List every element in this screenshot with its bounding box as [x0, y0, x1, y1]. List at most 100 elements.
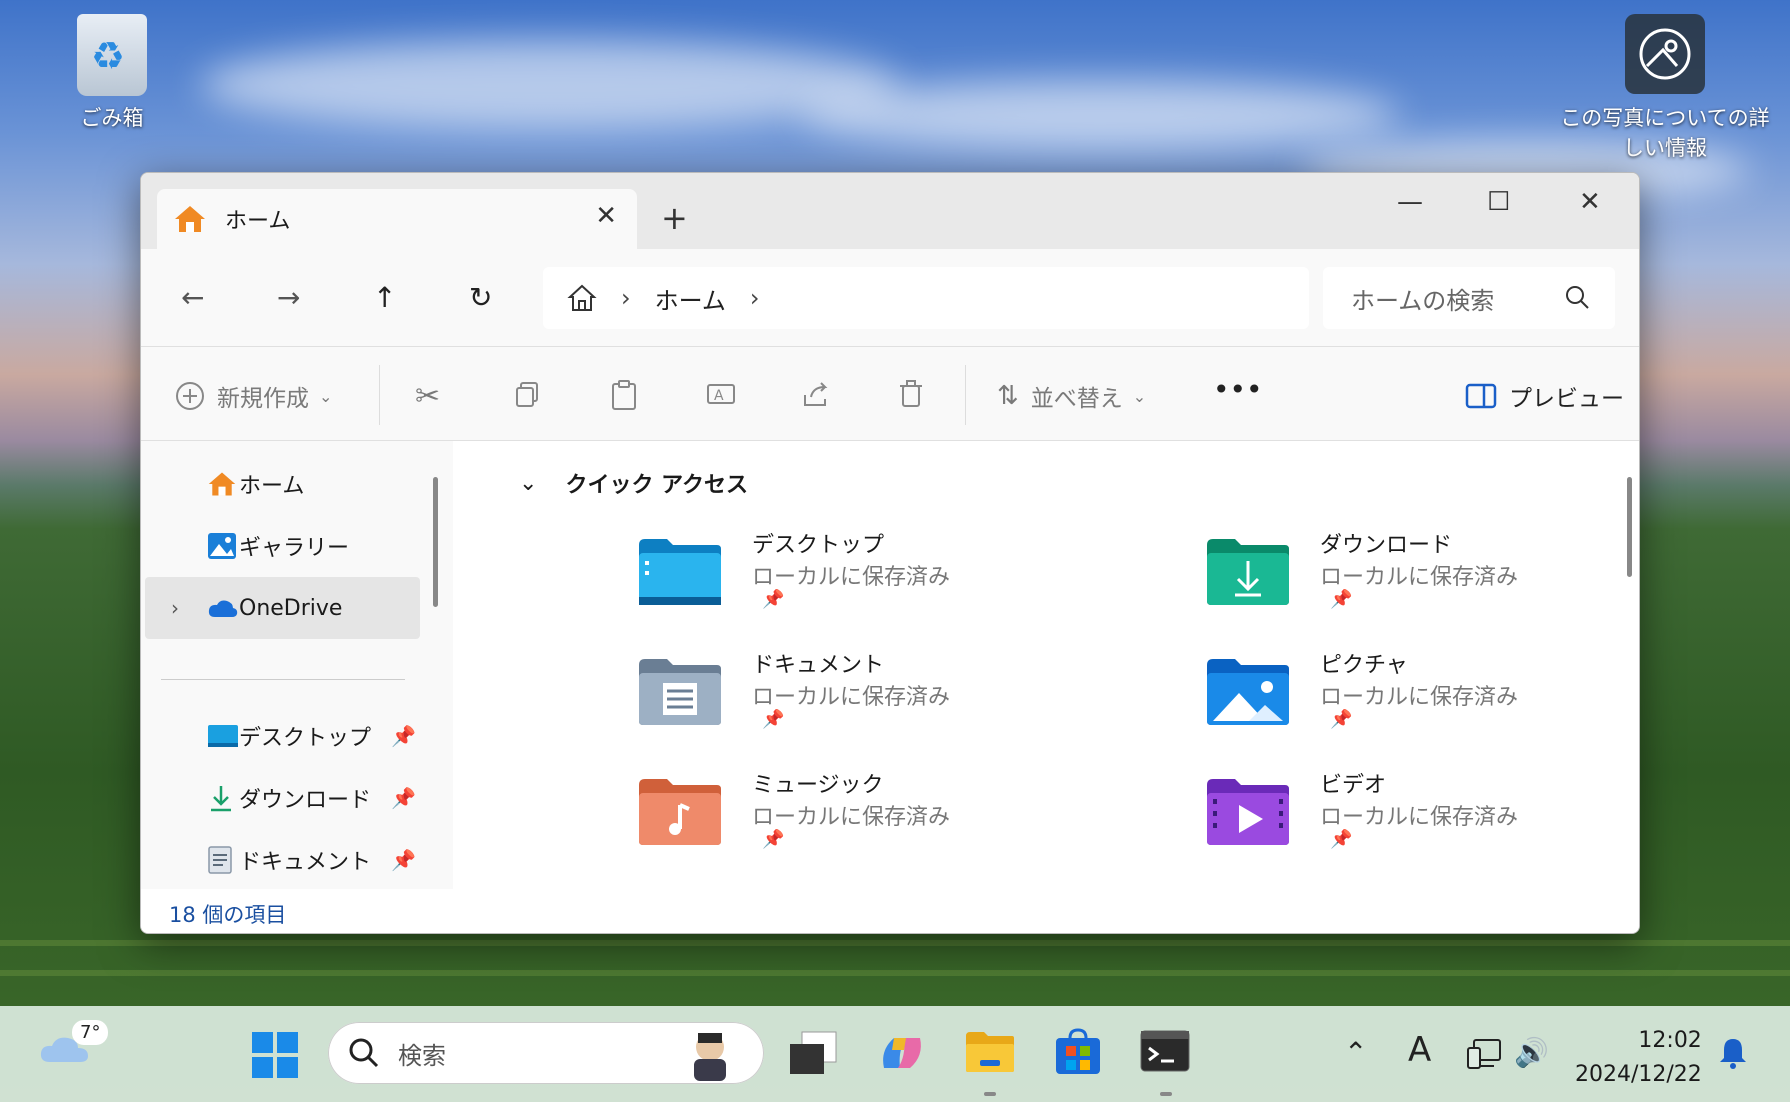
- preview-pane-icon: [1465, 383, 1497, 409]
- nav-item-downloads[interactable]: ダウンロード 📌: [145, 767, 420, 829]
- pictures-folder-icon: [1207, 659, 1289, 725]
- paste-button[interactable]: [609, 379, 651, 411]
- close-tab-icon[interactable]: ✕: [595, 201, 617, 231]
- taskbar-search[interactable]: 検索: [328, 1022, 764, 1084]
- breadcrumb-current[interactable]: ホーム: [655, 281, 726, 316]
- pin-icon[interactable]: 📌: [391, 848, 416, 872]
- start-button[interactable]: [252, 1032, 298, 1082]
- pin-icon[interactable]: 📌: [391, 786, 416, 810]
- nav-item-desktop[interactable]: デスクトップ 📌: [145, 705, 420, 767]
- volume-icon[interactable]: 🔊: [1514, 1036, 1549, 1069]
- network-icon[interactable]: [1466, 1038, 1502, 1077]
- copilot-button[interactable]: [876, 1028, 928, 1082]
- copy-button[interactable]: [513, 379, 555, 409]
- tile-status: ローカルに保存済み: [752, 805, 951, 830]
- new-tab-button[interactable]: +: [661, 199, 688, 237]
- recycle-bin-desktop-icon[interactable]: ♻ ごみ箱: [62, 14, 162, 132]
- quick-access-tile-pictures[interactable]: ピクチャ ローカルに保存済み 📌: [1205, 647, 1639, 752]
- delete-button[interactable]: [897, 379, 937, 409]
- clipboard-icon: [612, 380, 636, 410]
- photo-info-desktop-icon[interactable]: この写真についての詳 しい情報: [1550, 14, 1780, 162]
- back-button[interactable]: ←: [181, 281, 204, 314]
- address-bar[interactable]: › ホーム ›: [543, 267, 1309, 329]
- search-highlight-icon: [694, 1033, 726, 1081]
- up-button[interactable]: ↑: [373, 281, 396, 314]
- refresh-button[interactable]: ↻: [469, 281, 492, 314]
- forward-button[interactable]: →: [277, 281, 300, 314]
- copilot-icon: [883, 1038, 921, 1068]
- tile-name: ダウンロード: [1320, 533, 1453, 558]
- notifications-bell-icon[interactable]: [1718, 1036, 1748, 1077]
- sort-button[interactable]: ⇅ 並べ替え ⌄: [997, 379, 1146, 413]
- nav-item-onedrive[interactable]: › OneDrive: [145, 577, 420, 639]
- nav-item-gallery[interactable]: ギャラリー: [145, 515, 420, 577]
- quick-access-header[interactable]: ⌄ クイック アクセス: [519, 467, 748, 499]
- file-explorer-taskbar-button[interactable]: [964, 1030, 1016, 1078]
- breadcrumb-chevron-icon[interactable]: ›: [621, 284, 631, 312]
- ime-indicator[interactable]: A: [1408, 1030, 1431, 1070]
- store-button[interactable]: [1054, 1028, 1102, 1080]
- field-row: [0, 970, 1790, 976]
- weather-widget[interactable]: 7°: [38, 1020, 109, 1070]
- tile-status: ローカルに保存済み: [752, 685, 951, 710]
- gallery-icon: [208, 533, 236, 559]
- more-options-button[interactable]: •••: [1213, 373, 1263, 406]
- tile-name: デスクトップ: [752, 533, 885, 558]
- breadcrumb-chevron-icon[interactable]: ›: [750, 284, 760, 312]
- nav-item-documents[interactable]: ドキュメント 📌: [145, 829, 420, 891]
- weather-temperature: 7°: [72, 1020, 109, 1045]
- onedrive-cloud-icon: [208, 600, 238, 617]
- copy-icon: [516, 382, 538, 407]
- music-folder-icon: [639, 779, 721, 845]
- command-bar: 新規作成 ⌄ ✂ A ⇅ 並べ替え ⌄ ••• プレビュー: [141, 347, 1639, 441]
- chevron-right-icon[interactable]: ›: [171, 596, 179, 620]
- tab-bar: ホーム ✕ + — ☐ ✕: [141, 173, 1639, 249]
- close-window-button[interactable]: ✕: [1579, 187, 1601, 217]
- nav-item-home[interactable]: ホーム: [145, 453, 420, 515]
- quick-access-tile-videos[interactable]: ビデオ ローカルに保存済み 📌: [1205, 767, 1639, 872]
- task-view-button[interactable]: [788, 1030, 838, 1080]
- main-scrollbar[interactable]: [1627, 477, 1632, 577]
- pin-icon[interactable]: 📌: [391, 724, 416, 748]
- rename-button[interactable]: A: [705, 379, 749, 409]
- preview-button[interactable]: プレビュー: [1465, 379, 1624, 413]
- divider: [965, 365, 966, 425]
- share-button[interactable]: [801, 379, 843, 409]
- task-view-icon: [790, 1031, 837, 1074]
- photo-info-icon: [1625, 14, 1705, 94]
- quick-access-tile-downloads[interactable]: ダウンロード ローカルに保存済み 📌: [1205, 527, 1639, 632]
- nav-scrollbar[interactable]: [433, 477, 438, 607]
- terminal-button[interactable]: [1140, 1030, 1190, 1076]
- search-input[interactable]: ホームの検索: [1323, 267, 1615, 329]
- nav-divider: [161, 679, 405, 680]
- quick-access-title: クイック アクセス: [565, 473, 748, 498]
- divider: [379, 365, 380, 425]
- file-explorer-window: ホーム ✕ + — ☐ ✕ ← → ↑ ↻ › ホーム › ホームの検索 新規作…: [140, 172, 1640, 934]
- cut-button[interactable]: ✂: [415, 379, 440, 414]
- tile-name: ドキュメント: [752, 653, 885, 678]
- maximize-button[interactable]: ☐: [1487, 187, 1510, 217]
- chevron-down-icon[interactable]: ⌄: [519, 471, 537, 496]
- navigation-pane: ホーム ギャラリー › OneDrive デスクトップ 📌 ダウンロード 📌 ド…: [141, 441, 453, 889]
- svg-text:A: A: [714, 388, 724, 404]
- quick-access-tile-desktop[interactable]: デスクトップ ローカルに保存済み 📌: [637, 527, 1117, 632]
- rename-icon: A: [707, 384, 735, 404]
- field-row: [0, 940, 1790, 946]
- home-icon: [175, 206, 205, 232]
- tab-home[interactable]: ホーム ✕: [157, 189, 637, 249]
- quick-access-tile-documents[interactable]: ドキュメント ローカルに保存済み 📌: [637, 647, 1117, 752]
- minimize-button[interactable]: —: [1397, 187, 1423, 217]
- new-button[interactable]: 新規作成 ⌄: [175, 379, 332, 413]
- pin-icon: 📌: [762, 589, 785, 610]
- download-arrow-icon: [211, 786, 231, 812]
- search-icon: [349, 1038, 379, 1068]
- show-hidden-icons-button[interactable]: ⌃: [1344, 1036, 1367, 1069]
- desktop-folder-icon: [208, 725, 238, 747]
- desktop-folder-icon: [639, 539, 721, 605]
- content-area: ホーム ギャラリー › OneDrive デスクトップ 📌 ダウンロード 📌 ド…: [141, 441, 1639, 889]
- nav-item-label: OneDrive: [239, 595, 343, 621]
- clock[interactable]: 12:02 2024/12/22: [1575, 1024, 1702, 1092]
- running-indicator: [984, 1092, 996, 1096]
- quick-access-tile-music[interactable]: ミュージック ローカルに保存済み 📌: [637, 767, 1117, 872]
- tile-name: ピクチャ: [1320, 653, 1408, 678]
